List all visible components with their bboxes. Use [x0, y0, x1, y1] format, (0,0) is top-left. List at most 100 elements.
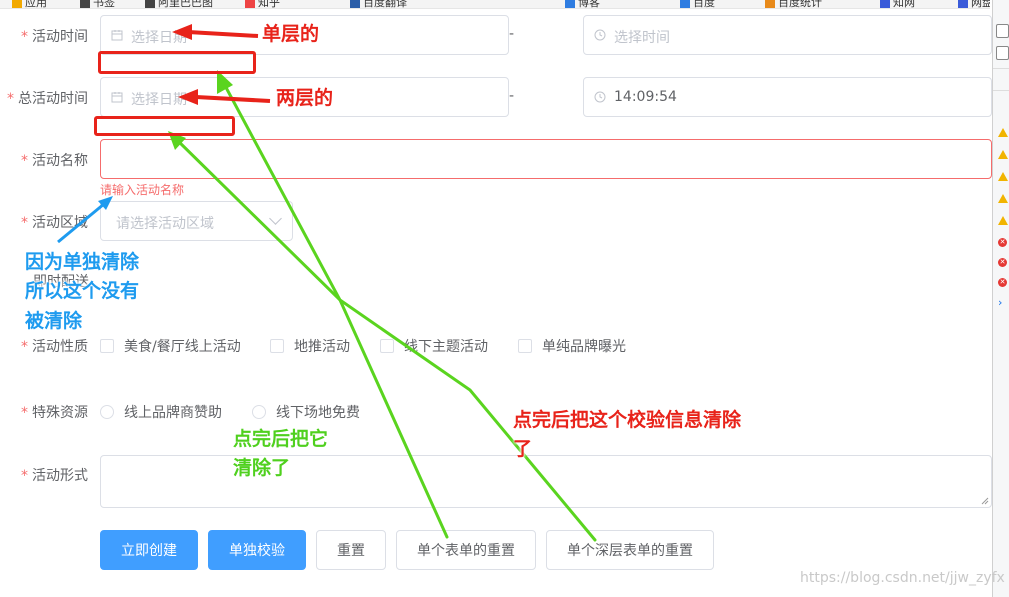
warning-icon[interactable] — [998, 216, 1008, 225]
radio-circle[interactable] — [252, 405, 266, 419]
bookmark-item[interactable]: 书签 — [80, 0, 115, 9]
annotation-line: 了 — [513, 438, 533, 461]
checkbox-label: 地推活动 — [294, 339, 350, 355]
devtools-divider — [993, 68, 1009, 69]
warning-icon[interactable] — [998, 172, 1008, 181]
annotation-line: 被清除 — [25, 309, 83, 332]
chevron-right-icon[interactable]: › — [998, 296, 1002, 309]
required-mark: * — [21, 468, 28, 484]
annotation-line: 点完后把它 — [233, 428, 329, 450]
checkbox-box[interactable] — [380, 339, 394, 353]
time-placeholder: 选择时间 — [614, 30, 670, 46]
error-icon[interactable]: ✕ — [998, 278, 1007, 287]
label-text: 活动形式 — [32, 468, 88, 484]
highlight-box-total-error — [94, 116, 235, 136]
annotation-single-layer: 单层的 — [262, 23, 320, 45]
validate-single-button[interactable]: 单独校验 — [208, 530, 306, 570]
bookmark-label: 百度 — [693, 0, 715, 9]
activity-form-label: * 活动形式 — [18, 465, 88, 485]
nature-checkbox[interactable]: 地推活动 — [270, 336, 350, 356]
special-resources-label: * 特殊资源 — [18, 402, 88, 422]
bookmark-item[interactable]: 知网 — [880, 0, 915, 9]
reset-button[interactable]: 重置 — [316, 530, 386, 570]
required-mark: * — [21, 405, 28, 421]
activity-nature-label: * 活动性质 — [18, 336, 88, 356]
bookmark-label: 百度统计 — [778, 0, 822, 9]
bookmark-label: 应用 — [25, 0, 47, 9]
required-mark: * — [7, 91, 14, 107]
validation-error-message: 请输入活动名称 — [100, 183, 185, 197]
checkbox-label: 线下主题活动 — [404, 339, 488, 355]
checkbox-label: 单纯品牌曝光 — [542, 339, 626, 355]
checkbox-label: 美食/餐厅线上活动 — [124, 339, 241, 355]
activity-time-label: * 活动时间 — [18, 26, 88, 46]
button-label: 单个表单的重置 — [417, 543, 515, 559]
warning-icon[interactable] — [998, 194, 1008, 203]
nature-checkbox[interactable]: 美食/餐厅线上活动 — [100, 336, 241, 356]
label-text: 活动时间 — [32, 29, 88, 45]
annotation-line: 所以这个没有 — [25, 280, 140, 303]
bookmarks-bar: 应用 书签 阿里巴巴图 知乎 百度翻译 博客 百度 百度统计 知网 网盘 — [0, 0, 990, 9]
chevron-down-icon — [269, 212, 282, 225]
label-text: 特殊资源 — [32, 405, 88, 421]
bookmark-label: 网盘 — [971, 0, 990, 9]
nature-checkbox[interactable]: 单纯品牌曝光 — [518, 336, 626, 356]
bookmark-item[interactable]: 百度翻译 — [350, 0, 407, 8]
reset-single-form-button[interactable]: 单个表单的重置 — [396, 530, 536, 570]
create-button[interactable]: 立即创建 — [100, 530, 198, 570]
button-label: 重置 — [337, 543, 365, 559]
clock-icon — [594, 29, 606, 41]
highlight-box-activity-error — [98, 51, 256, 74]
button-label: 单个深层表单的重置 — [567, 543, 693, 559]
bookmark-label: 书签 — [93, 0, 115, 9]
bookmark-label: 知网 — [893, 0, 915, 9]
date-placeholder: 选择日期 — [131, 30, 187, 46]
resource-radio[interactable]: 线下场地免费 — [252, 402, 360, 422]
radio-circle[interactable] — [100, 405, 114, 419]
bookmark-apps[interactable]: 应用 — [12, 0, 47, 9]
annotation-individually-cleared: 因为单独清除 所以这个没有 被清除 — [25, 248, 139, 336]
annotation-line: 因为单独清除 — [25, 251, 140, 273]
calendar-icon — [111, 92, 123, 103]
bookmark-item[interactable]: 百度统计 — [765, 0, 822, 9]
activity-name-input[interactable] — [100, 139, 992, 179]
required-mark: * — [21, 339, 28, 355]
select-placeholder: 请选择活动区域 — [116, 216, 214, 232]
devtools-tab-icon[interactable] — [996, 24, 1009, 38]
annotation-line: 点完后把这个校验信息清除 — [513, 409, 742, 431]
bookmark-label: 阿里巴巴图 — [158, 0, 213, 9]
activity-area-select[interactable]: 请选择活动区域 — [100, 201, 293, 241]
annotation-clear-validation: 点完后把这个校验信息清除 了 — [513, 406, 741, 465]
bookmark-item[interactable]: 网盘 — [958, 0, 990, 9]
error-icon[interactable]: ✕ — [998, 238, 1007, 247]
total-time-picker[interactable]: 14:09:54 — [583, 77, 992, 117]
checkbox-box[interactable] — [100, 339, 114, 353]
activity-time-picker[interactable]: 选择时间 — [583, 15, 992, 55]
radio-label: 线上品牌商赞助 — [124, 405, 222, 421]
bookmark-item[interactable]: 博客 — [565, 0, 600, 9]
clock-icon — [594, 91, 606, 103]
bookmark-label: 博客 — [578, 0, 600, 9]
warning-icon[interactable] — [998, 150, 1008, 159]
error-icon[interactable]: ✕ — [998, 258, 1007, 267]
devtools-tab-icon[interactable] — [996, 46, 1009, 60]
activity-name-label: * 活动名称 — [18, 150, 88, 170]
resize-handle-icon[interactable] — [981, 497, 989, 505]
watermark: https://blog.csdn.net/jjw_zyfx — [800, 570, 1005, 586]
checkbox-box[interactable] — [518, 339, 532, 353]
total-activity-time-label: * 总活动时间 — [6, 88, 88, 108]
resource-radio[interactable]: 线上品牌商赞助 — [100, 402, 222, 422]
warning-icon[interactable] — [998, 128, 1008, 137]
checkbox-box[interactable] — [270, 339, 284, 353]
reset-deep-form-button[interactable]: 单个深层表单的重置 — [546, 530, 714, 570]
label-text: 总活动时间 — [18, 91, 88, 107]
required-mark: * — [21, 29, 28, 45]
nature-checkbox[interactable]: 线下主题活动 — [380, 336, 488, 356]
annotation-line: 清除了 — [233, 457, 291, 480]
bookmark-item[interactable]: 知乎 — [245, 0, 280, 8]
annotation-cleared-after-click: 点完后把它 清除了 — [233, 425, 328, 484]
bookmark-item[interactable]: 阿里巴巴图 — [145, 0, 213, 9]
required-mark: * — [21, 153, 28, 169]
button-label: 立即创建 — [121, 543, 177, 559]
bookmark-item[interactable]: 百度 — [680, 0, 715, 9]
